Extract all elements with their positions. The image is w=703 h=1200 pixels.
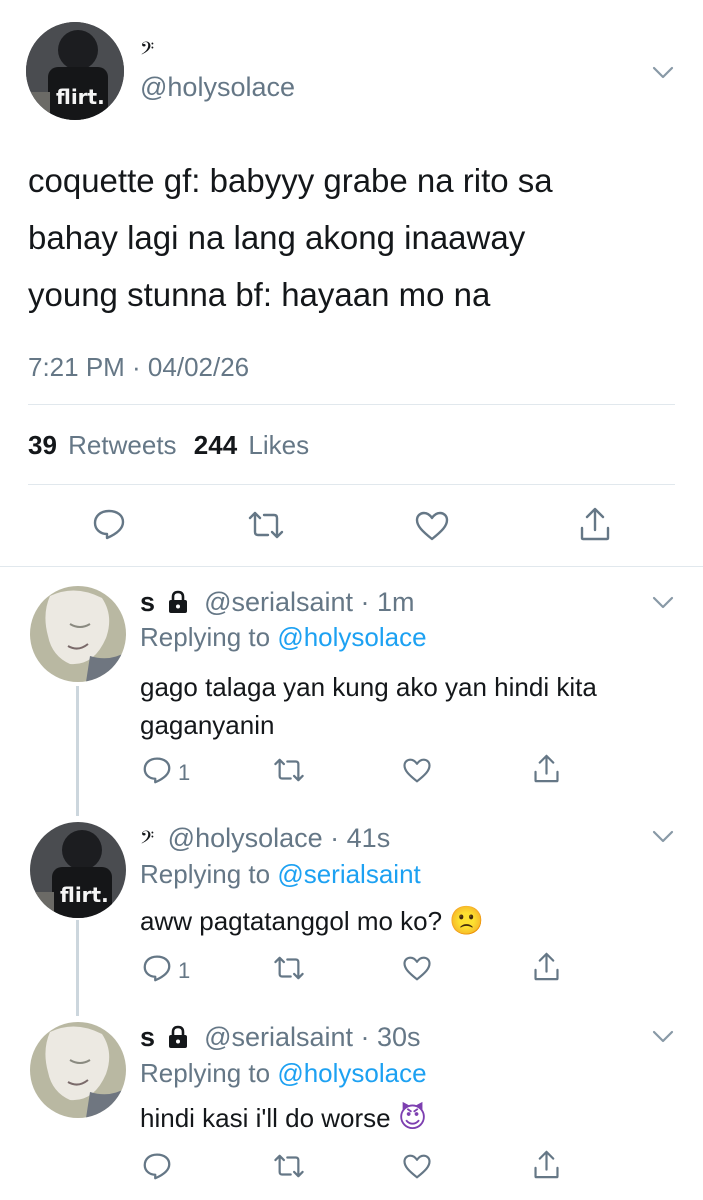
user-handle[interactable]: @holysolace — [140, 72, 295, 103]
tweet-text-line: bahay lagi na lang akong inaaway — [28, 219, 526, 256]
reply-header: s @serialsaint · 1m — [140, 587, 415, 618]
heart-icon[interactable] — [402, 1153, 432, 1180]
retweet-icon[interactable] — [246, 510, 286, 540]
display-name[interactable]: 𝄢 — [140, 827, 154, 852]
replying-to: Replying to @serialsaint — [140, 859, 421, 890]
reply-text-content: aww pagtatanggol mo ko? — [140, 906, 443, 936]
reply-text-line: gago talaga yan kung ako yan hindi kita — [140, 672, 597, 702]
chevron-down-icon[interactable] — [652, 1030, 674, 1044]
reply-icon[interactable] — [142, 756, 172, 784]
chevron-down-icon[interactable] — [652, 66, 674, 80]
avatar[interactable]: flirt. — [30, 822, 126, 918]
reply-icon[interactable] — [142, 1152, 172, 1180]
retweets-count[interactable]: 39 — [28, 430, 57, 460]
tweet-text-line: young stunna bf: hayaan mo na — [28, 276, 491, 313]
emoji: 🙁 — [449, 905, 485, 936]
heart-icon[interactable] — [414, 510, 450, 542]
replying-to-link[interactable]: @holysolace — [277, 622, 426, 652]
tweet-text: coquette gf: babyyy grabe na rito sa bah… — [28, 152, 553, 323]
reply-icon[interactable] — [92, 508, 126, 540]
retweet-icon[interactable] — [272, 1153, 306, 1179]
svg-text:flirt.: flirt. — [56, 85, 105, 109]
emoji: 😈 — [397, 1102, 428, 1133]
replying-to-link[interactable]: @holysolace — [277, 1058, 426, 1088]
reply-text: aww pagtatanggol mo ko? 🙁 — [140, 902, 484, 940]
likes-count[interactable]: 244 — [194, 430, 237, 460]
section-divider — [0, 566, 703, 567]
share-icon[interactable] — [533, 1149, 560, 1180]
retweet-icon[interactable] — [272, 955, 306, 981]
chevron-down-icon[interactable] — [652, 596, 674, 610]
avatar[interactable] — [30, 1022, 126, 1118]
heart-icon[interactable] — [402, 757, 432, 784]
user-handle[interactable]: @serialsaint — [204, 1022, 353, 1052]
reply-count: 1 — [178, 760, 191, 785]
thread-line — [76, 920, 79, 1016]
tweet-text-line: coquette gf: babyyy grabe na rito sa — [28, 162, 553, 199]
reply-icon[interactable] — [142, 954, 172, 982]
likes-label[interactable]: Likes — [248, 430, 309, 460]
avatar[interactable] — [30, 586, 126, 682]
replying-to: Replying to @holysolace — [140, 622, 427, 653]
tweet-timestamp[interactable]: 7:21 PM · 04/02/26 — [28, 352, 249, 383]
lock-icon — [167, 1025, 189, 1049]
lock-icon — [167, 590, 189, 614]
retweets-label[interactable]: Retweets — [68, 430, 176, 460]
reply-text-line: gaganyanin — [140, 710, 275, 740]
reply-time: · 1m — [353, 587, 415, 617]
reply-text: hindi kasi i'll do worse 😈 — [140, 1099, 427, 1137]
replying-to: Replying to @holysolace — [140, 1058, 427, 1089]
svg-text:flirt.: flirt. — [60, 883, 109, 907]
reply-header: 𝄢 @holysolace · 41s — [140, 823, 390, 854]
replying-to-label: Replying to — [140, 622, 271, 652]
share-icon[interactable] — [533, 951, 560, 982]
display-name[interactable]: s — [140, 587, 155, 617]
tweet-stats: 39 Retweets 244 Likes — [28, 430, 309, 461]
reply-time: · 30s — [353, 1022, 421, 1052]
thread-line — [76, 686, 79, 816]
share-icon[interactable] — [579, 506, 611, 542]
user-handle[interactable]: @serialsaint — [204, 587, 353, 617]
user-handle[interactable]: @holysolace — [168, 823, 323, 853]
timestamp-divider — [28, 404, 675, 405]
share-icon[interactable] — [533, 753, 560, 784]
display-name[interactable]: 𝄢 — [140, 38, 154, 64]
heart-icon[interactable] — [402, 955, 432, 982]
reply-text: gago talaga yan kung ako yan hindi kita … — [140, 668, 597, 744]
replying-to-link[interactable]: @serialsaint — [277, 859, 420, 889]
replying-to-label: Replying to — [140, 1058, 271, 1088]
chevron-down-icon[interactable] — [652, 830, 674, 844]
reply-count: 1 — [178, 958, 191, 983]
reply-time: · 41s — [322, 823, 391, 853]
display-name[interactable]: s — [140, 1022, 155, 1052]
reply-header: s @serialsaint · 30s — [140, 1022, 421, 1053]
retweet-icon[interactable] — [272, 757, 306, 783]
reply-text-content: hindi kasi i'll do worse — [140, 1103, 391, 1133]
replying-to-label: Replying to — [140, 859, 271, 889]
stats-divider — [28, 484, 675, 485]
avatar[interactable]: flirt. — [26, 22, 124, 120]
